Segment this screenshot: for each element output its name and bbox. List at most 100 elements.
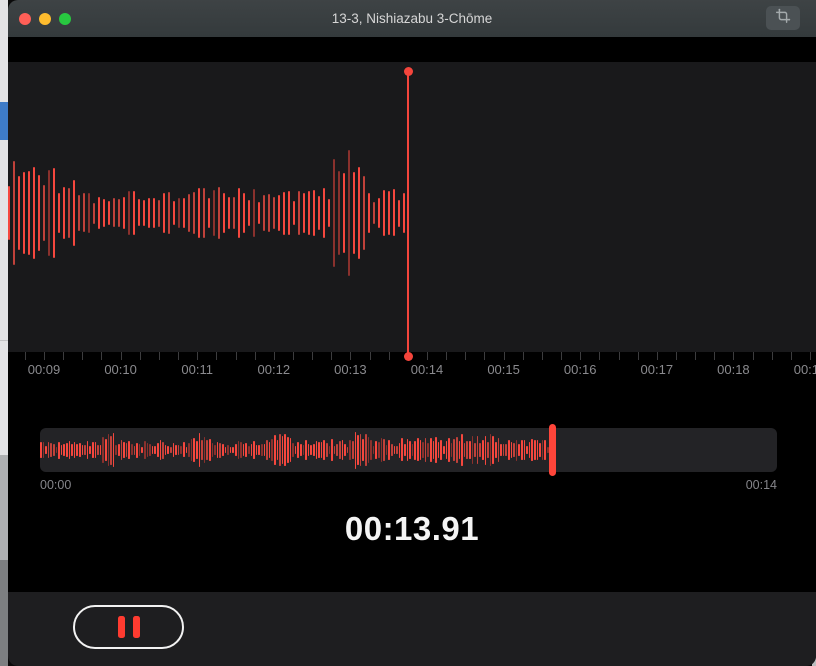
waveform-bar xyxy=(331,439,333,460)
pause-icon xyxy=(133,616,140,638)
waveform-bar xyxy=(102,437,104,463)
waveform-bar xyxy=(420,440,422,460)
waveform-bar xyxy=(503,444,505,457)
waveform-bar xyxy=(110,436,112,465)
waveform-bar xyxy=(148,198,150,228)
waveform-bar xyxy=(466,441,468,459)
waveform-bar xyxy=(128,191,130,235)
waveform-bar xyxy=(123,197,125,229)
waveform-bar xyxy=(162,442,164,459)
waveform-bar xyxy=(180,446,182,454)
waveform-bar xyxy=(203,188,205,238)
ruler-time-label: 00:10 xyxy=(104,362,137,377)
waveform-bar xyxy=(261,444,263,456)
waveform-bar xyxy=(295,446,297,454)
waveform-bar xyxy=(235,444,237,457)
waveform-bar xyxy=(524,440,526,460)
waveform-bar xyxy=(141,447,143,454)
recording-overview-minimap[interactable] xyxy=(40,428,777,472)
waveform-detail-panel[interactable] xyxy=(8,62,816,352)
waveform-bar xyxy=(334,446,336,454)
top-spacer xyxy=(8,37,816,62)
waveform-bar xyxy=(173,201,175,225)
waveform-bar xyxy=(73,180,75,246)
ruler-tick xyxy=(121,352,122,360)
voice-memos-record-window: 13-3, Nishiazabu 3-Chōme 00:0900:1000:11… xyxy=(8,0,816,666)
waveform-bar xyxy=(191,439,193,461)
ruler-time-label: 00:17 xyxy=(641,362,674,377)
waveform-bar xyxy=(368,437,370,462)
waveform-bar xyxy=(240,442,242,459)
crop-trim-icon xyxy=(774,7,792,30)
waveform-bar xyxy=(58,193,60,233)
waveform-bar xyxy=(451,443,453,457)
ruler-tick xyxy=(599,352,600,360)
waveform-bar xyxy=(349,440,351,460)
waveform-bar xyxy=(357,435,359,464)
crop-button[interactable] xyxy=(766,6,800,30)
waveform-bar xyxy=(133,191,135,235)
waveform-bar xyxy=(391,444,393,456)
waveform-bar xyxy=(393,189,395,236)
playhead-line[interactable] xyxy=(407,71,409,356)
waveform-bar xyxy=(66,443,68,457)
pause-button[interactable] xyxy=(73,605,184,649)
ruler-tick xyxy=(159,352,160,360)
playhead-top-handle[interactable] xyxy=(404,67,413,76)
waveform-bar xyxy=(238,441,240,459)
waveform-bar xyxy=(76,444,78,455)
waveform-bar xyxy=(243,193,245,234)
waveform-bar xyxy=(253,441,255,459)
waveform-bar xyxy=(214,445,216,455)
elapsed-time-display: 00:13.91 xyxy=(8,510,816,548)
waveform-bar xyxy=(50,443,52,457)
waveform-bar xyxy=(422,442,424,457)
minimap-playhead[interactable] xyxy=(549,424,556,476)
waveform-bar xyxy=(412,444,414,456)
waveform-bar xyxy=(193,438,195,463)
screen: 13-3, Nishiazabu 3-Chōme 00:0900:1000:11… xyxy=(0,0,816,666)
waveform-bar xyxy=(448,438,450,463)
ruler-tick xyxy=(657,352,658,360)
waveform-bar xyxy=(183,198,185,227)
waveform-bar xyxy=(343,173,345,254)
waveform-bar xyxy=(243,444,245,457)
waveform-bar xyxy=(56,447,58,454)
waveform-bar xyxy=(352,441,354,460)
waveform-bar xyxy=(71,444,73,457)
ruler-tick xyxy=(389,352,390,360)
ruler-tick xyxy=(427,352,428,360)
ruler-time-label: 00:09 xyxy=(28,362,61,377)
waveform-bar xyxy=(293,201,295,225)
waveform-bar xyxy=(128,441,130,460)
ruler-tick xyxy=(523,352,524,360)
pause-icon xyxy=(118,616,125,638)
lower-section: 00:00 00:14 00:13.91 xyxy=(8,384,816,592)
waveform-bar xyxy=(288,191,290,236)
waveform-bar xyxy=(313,444,315,456)
waveform-bar xyxy=(139,444,141,457)
waveform-bar xyxy=(108,434,110,467)
waveform-bar xyxy=(323,440,325,460)
waveform-bar xyxy=(113,433,115,466)
ruler-tick xyxy=(350,352,351,360)
waveform-bar xyxy=(209,439,211,461)
waveform-bar xyxy=(218,187,220,240)
ruler-tick xyxy=(714,352,715,360)
waveform-bar xyxy=(365,434,367,467)
waveform-bar xyxy=(74,442,76,459)
playhead-bottom-handle[interactable] xyxy=(404,352,413,361)
waveform-bar xyxy=(196,441,198,459)
ruler-tick xyxy=(504,352,505,360)
ruler-tick xyxy=(465,352,466,360)
ruler-tick xyxy=(370,352,371,360)
background-window-sliver xyxy=(0,0,8,666)
ruler-tick xyxy=(484,352,485,360)
waveform-bar xyxy=(427,443,429,457)
waveform-bar xyxy=(79,443,81,457)
waveform-bar xyxy=(8,186,10,241)
waveform-bar xyxy=(170,447,172,453)
waveform-bar xyxy=(256,445,258,456)
waveform-bar xyxy=(283,192,285,235)
waveform-bar xyxy=(208,198,210,229)
